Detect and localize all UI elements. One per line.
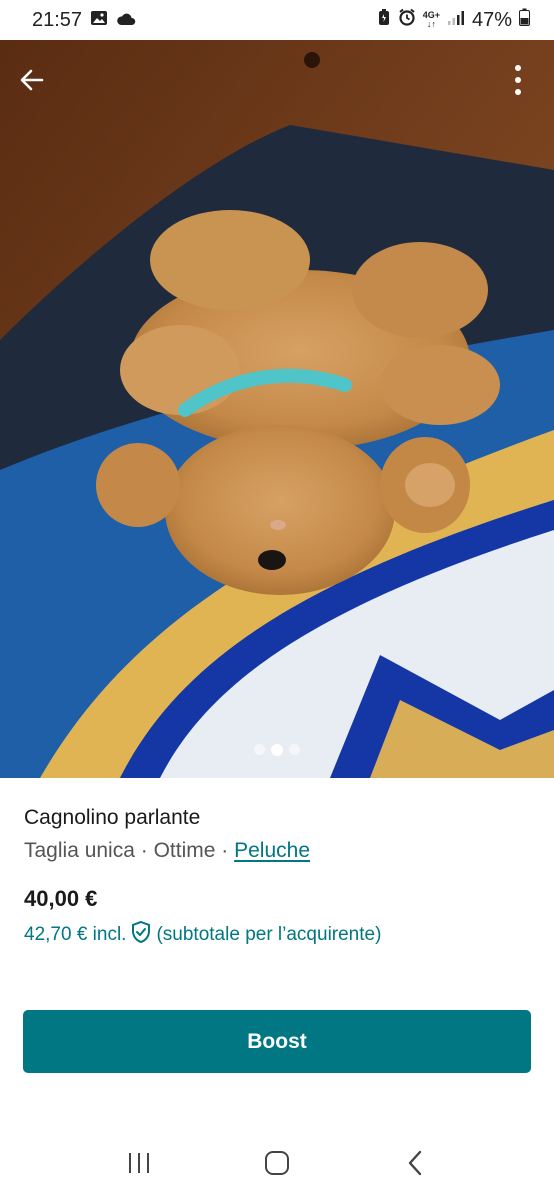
status-bar: 21:57 4G+ ↓↑ 47% <box>0 0 554 40</box>
plush-dog-photo <box>0 40 554 778</box>
item-condition: Ottime <box>153 839 216 862</box>
listing-details: Cagnolino parlante Taglia unica · Ottime… <box>24 800 534 866</box>
battery-percent: 47% <box>471 8 512 31</box>
meta-separator: · <box>140 839 148 862</box>
category-link[interactable]: Peluche <box>234 839 310 862</box>
alarm-icon <box>398 8 416 32</box>
network-type-label: 4G+ <box>422 10 440 20</box>
meta-separator: · <box>221 839 229 862</box>
cloud-icon <box>116 9 136 32</box>
back-button[interactable] <box>8 58 56 106</box>
system-nav-bar <box>0 1130 554 1200</box>
gallery-dot[interactable] <box>254 744 265 755</box>
buyer-protection-price[interactable]: 42,70 € incl. (subtotale per l’acquirent… <box>24 920 381 950</box>
home-icon <box>264 1150 290 1181</box>
gallery-dot-active[interactable] <box>271 744 283 756</box>
item-title: Cagnolino parlante <box>24 806 201 829</box>
system-back-button[interactable] <box>385 1140 445 1190</box>
recents-icon <box>126 1151 152 1180</box>
gallery-dot[interactable] <box>289 744 300 755</box>
chevron-left-icon <box>405 1149 425 1182</box>
battery-saver-icon <box>377 8 391 32</box>
item-size: Taglia unica <box>24 839 135 862</box>
price-incl-label: 42,70 € incl. <box>24 924 127 945</box>
signal-icon <box>447 9 465 32</box>
gallery-icon <box>90 9 108 32</box>
home-button[interactable] <box>247 1140 307 1190</box>
status-time: 21:57 <box>32 8 83 31</box>
gallery-pagination <box>0 744 554 756</box>
price-note: (subtotale per l’acquirente) <box>156 924 382 945</box>
item-meta: Taglia unica · Ottime · Peluche <box>24 836 534 866</box>
battery-icon <box>519 8 530 32</box>
item-price: 40,00 € <box>24 886 98 911</box>
more-options-button[interactable] <box>494 58 542 106</box>
listing-photo[interactable] <box>0 40 554 778</box>
recents-button[interactable] <box>109 1140 169 1190</box>
boost-button[interactable]: Boost <box>23 1010 531 1073</box>
shield-check-icon <box>130 920 152 950</box>
network-type-icon: 4G+ ↓↑ <box>422 10 440 29</box>
more-vertical-icon <box>513 64 523 101</box>
arrow-left-icon <box>18 66 46 99</box>
